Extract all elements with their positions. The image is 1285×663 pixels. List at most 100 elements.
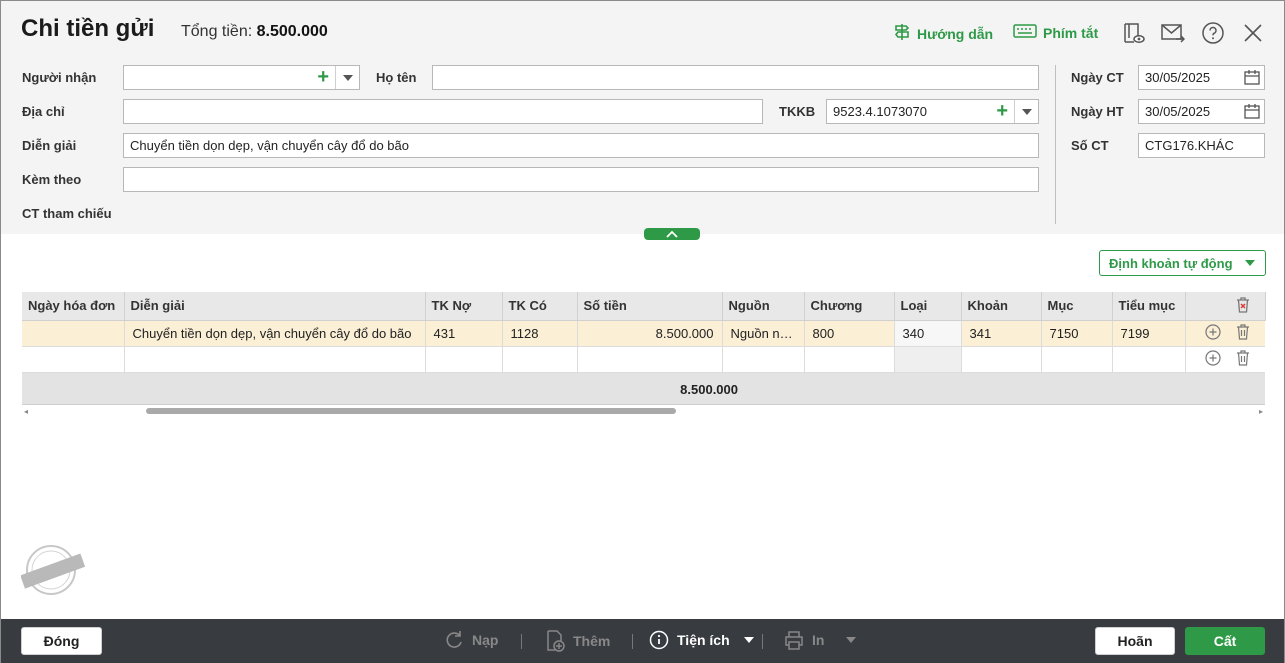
- cell-credit-account[interactable]: 1128: [502, 320, 578, 347]
- attachment-label: Kèm theo: [22, 172, 82, 187]
- col-source[interactable]: Nguồn: [722, 292, 805, 321]
- cell-description[interactable]: [124, 346, 426, 373]
- cell-source[interactable]: Nguồn ngân sách: [722, 320, 805, 347]
- delete-row-icon[interactable]: [1235, 324, 1251, 343]
- help-icon[interactable]: [1201, 21, 1225, 45]
- col-type[interactable]: Loại: [894, 292, 962, 321]
- col-invoice-date[interactable]: Ngày hóa đơn: [22, 292, 125, 321]
- cell-subsection[interactable]: [1112, 346, 1186, 373]
- chevron-down-icon: [846, 637, 857, 643]
- cell-subsection[interactable]: 7199: [1112, 320, 1186, 347]
- add-icon[interactable]: +: [996, 101, 1008, 121]
- close-icon[interactable]: [1241, 21, 1265, 45]
- table-row[interactable]: [22, 346, 1265, 373]
- chevron-up-icon: [666, 230, 678, 238]
- divider: [1055, 65, 1056, 224]
- recipient-field[interactable]: +: [123, 65, 360, 90]
- col-credit-account[interactable]: TK Có: [502, 292, 578, 321]
- table-row[interactable]: Chuyển tiền dọn dẹp, vận chuyển cây đổ d…: [22, 320, 1265, 347]
- cell-item[interactable]: 341: [961, 320, 1042, 347]
- col-chapter[interactable]: Chương: [804, 292, 895, 321]
- voucher-date-field[interactable]: 30/05/2025: [1138, 65, 1265, 90]
- cancel-button[interactable]: Hoãn: [1095, 627, 1175, 655]
- cell-source[interactable]: [722, 346, 805, 373]
- horizontal-scrollbar[interactable]: ◂ ▸: [22, 406, 1265, 416]
- cell-amount[interactable]: [577, 346, 723, 373]
- cell-item[interactable]: [961, 346, 1042, 373]
- tkkb-value: 9523.4.1073070: [833, 104, 927, 119]
- add-row-icon[interactable]: [1205, 324, 1225, 343]
- cell-amount[interactable]: 8.500.000: [577, 320, 723, 347]
- calendar-icon[interactable]: [1244, 103, 1260, 122]
- cell-section[interactable]: [1041, 346, 1113, 373]
- divider: [632, 634, 633, 649]
- mail-forward-icon[interactable]: [1161, 21, 1185, 45]
- col-description[interactable]: Diễn giải: [124, 292, 426, 321]
- cell-debit-account[interactable]: 431: [425, 320, 503, 347]
- fullname-field[interactable]: [432, 65, 1039, 90]
- scroll-left-icon[interactable]: ◂: [24, 407, 28, 416]
- sample-data-stamp: [20, 544, 86, 596]
- voucher-number-field[interactable]: CTG176.KHÁC: [1138, 133, 1265, 158]
- cell-chapter[interactable]: [804, 346, 895, 373]
- add-icon[interactable]: +: [317, 67, 329, 87]
- recipient-label: Người nhận: [22, 70, 97, 85]
- chevron-down-icon: [1021, 108, 1032, 115]
- cell-section[interactable]: 7150: [1041, 320, 1113, 347]
- cell-invoice-date[interactable]: [22, 346, 125, 373]
- tkkb-field[interactable]: 9523.4.1073070 +: [826, 99, 1039, 124]
- cell-invoice-date[interactable]: [22, 320, 125, 347]
- description-field[interactable]: Chuyển tiền dọn dẹp, vận chuyển cây đổ d…: [123, 133, 1039, 158]
- print-button[interactable]: In: [784, 630, 857, 650]
- add-label: Thêm: [573, 633, 611, 649]
- col-section[interactable]: Mục: [1041, 292, 1113, 321]
- total-amount: Tổng tiền: 8.500.000: [181, 23, 328, 41]
- scroll-right-icon[interactable]: ▸: [1259, 407, 1263, 416]
- delete-row-icon[interactable]: [1235, 350, 1251, 369]
- posting-date-field[interactable]: 30/05/2025: [1138, 99, 1265, 124]
- calendar-icon[interactable]: [1244, 69, 1260, 88]
- auto-entry-button[interactable]: Định khoản tự động: [1099, 250, 1266, 276]
- chevron-down-icon: [1245, 260, 1255, 266]
- reload-button[interactable]: Nạp: [444, 630, 498, 650]
- voucher-date-value: 30/05/2025: [1145, 70, 1211, 85]
- cell-description[interactable]: Chuyển tiền dọn dẹp, vận chuyển cây đổ d…: [124, 320, 426, 347]
- voucher-number-label: Số CT: [1071, 138, 1109, 153]
- collapse-header-button[interactable]: [644, 228, 700, 240]
- dropdown-button[interactable]: [1014, 100, 1038, 123]
- info-circle-icon: [649, 630, 669, 650]
- refresh-icon: [446, 631, 462, 648]
- col-subsection[interactable]: Tiểu mục: [1112, 292, 1186, 321]
- utility-menu-button[interactable]: Tiện ích: [649, 630, 754, 650]
- cell-type[interactable]: [894, 346, 962, 373]
- cell-type[interactable]: 340: [894, 320, 962, 347]
- delete-all-icon[interactable]: [1235, 297, 1251, 316]
- shortcut-link[interactable]: Phím tắt: [1013, 23, 1098, 42]
- scrollbar-thumb[interactable]: [146, 408, 676, 414]
- col-item[interactable]: Khoản: [961, 292, 1042, 321]
- dropdown-button[interactable]: [335, 66, 359, 89]
- attachment-field[interactable]: [123, 167, 1039, 192]
- guide-link[interactable]: Hướng dẫn: [893, 23, 993, 44]
- col-debit-account[interactable]: TK Nợ: [425, 292, 503, 321]
- col-actions: [1185, 292, 1266, 321]
- description-label: Diễn giải: [22, 138, 77, 153]
- col-amount[interactable]: Số tiền: [577, 292, 723, 321]
- description-value: Chuyển tiền dọn dẹp, vận chuyển cây đổ d…: [130, 138, 409, 153]
- add-button[interactable]: Thêm: [545, 630, 610, 652]
- divider: [762, 634, 763, 649]
- auto-entry-label: Định khoản tự động: [1109, 255, 1233, 271]
- total-value: 8.500.000: [256, 23, 328, 40]
- cell-row-actions: [1185, 320, 1265, 347]
- printer-icon: [785, 631, 803, 650]
- cell-debit-account[interactable]: [425, 346, 503, 373]
- view-book-icon[interactable]: [1121, 21, 1145, 45]
- save-button[interactable]: Cất: [1185, 627, 1265, 655]
- grid-header: Ngày hóa đơn Diễn giải TK Nợ TK Có Số ti…: [22, 292, 1266, 321]
- header-area: Chi tiền gửi Tổng tiền: 8.500.000 Hướng …: [1, 1, 1284, 234]
- cell-credit-account[interactable]: [502, 346, 578, 373]
- address-field[interactable]: [123, 99, 763, 124]
- close-button[interactable]: Đóng: [21, 627, 102, 655]
- cell-chapter[interactable]: 800: [804, 320, 895, 347]
- add-row-icon[interactable]: [1205, 350, 1225, 369]
